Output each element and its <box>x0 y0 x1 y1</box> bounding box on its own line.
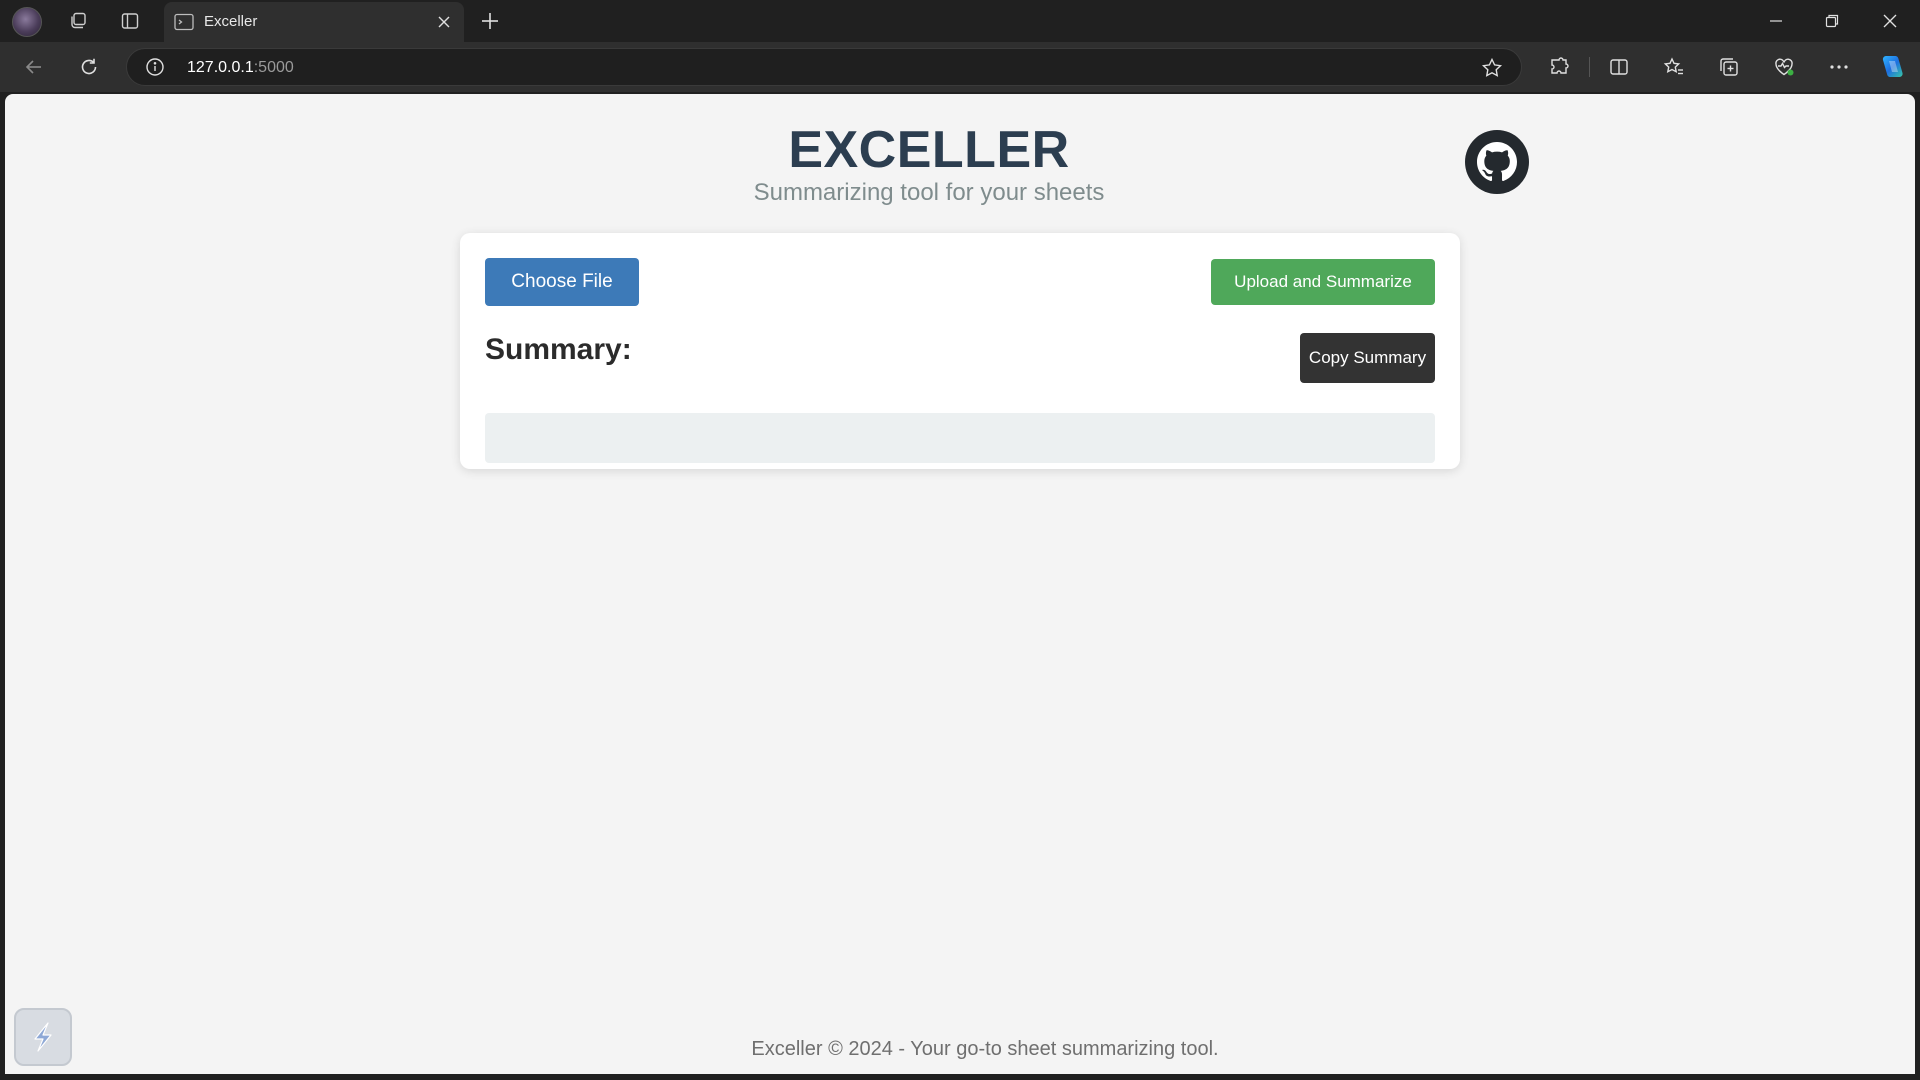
page-viewport: EXCELLER Summarizing tool for your sheet… <box>5 94 1915 1074</box>
plus-icon[interactable] <box>474 7 506 35</box>
browser-toolbar: 127.0.0.1:5000 <box>0 42 1920 92</box>
window-bottom-edge <box>0 1074 1920 1080</box>
url-text[interactable]: 127.0.0.1:5000 <box>187 59 294 77</box>
choose-file-button[interactable]: Choose File <box>485 258 639 306</box>
restore-icon[interactable] <box>1804 0 1860 42</box>
tab-favicon-icon <box>174 13 194 31</box>
window-close-icon[interactable] <box>1862 0 1918 42</box>
more-icon[interactable] <box>1823 51 1855 83</box>
summary-output[interactable] <box>485 413 1435 463</box>
favorites-icon[interactable] <box>1658 51 1690 83</box>
address-bar[interactable]: 127.0.0.1:5000 <box>126 48 1522 86</box>
workspaces-icon[interactable] <box>62 7 94 35</box>
browser-tab-active[interactable]: Exceller <box>164 2 464 42</box>
star-icon[interactable] <box>1481 57 1503 79</box>
copy-summary-button[interactable]: Copy Summary <box>1300 333 1435 383</box>
upload-and-summarize-button[interactable]: Upload and Summarize <box>1211 259 1435 305</box>
browser-title-bar: Exceller <box>0 0 1920 42</box>
minimize-icon[interactable] <box>1748 0 1804 42</box>
vertical-tabs-icon[interactable] <box>114 7 146 35</box>
page-title: EXCELLER <box>788 121 1070 179</box>
copilot-icon[interactable] <box>1876 51 1908 83</box>
github-icon[interactable] <box>1465 130 1529 194</box>
collections-icon[interactable] <box>1713 51 1745 83</box>
url-port: :5000 <box>253 59 294 76</box>
close-icon[interactable] <box>434 12 454 32</box>
page-footer: Exceller © 2024 - Your go-to sheet summa… <box>751 1038 1219 1060</box>
refresh-icon[interactable] <box>73 51 105 83</box>
url-host: 127.0.0.1 <box>187 59 254 76</box>
back-icon[interactable] <box>18 51 50 83</box>
info-icon[interactable] <box>145 57 165 77</box>
summary-heading: Summary: <box>485 333 632 366</box>
toolbar-divider <box>1589 57 1590 77</box>
extensions-icon[interactable] <box>1543 51 1575 83</box>
split-screen-icon[interactable] <box>1603 51 1635 83</box>
upload-card: Choose File Upload and Summarize Summary… <box>460 233 1460 469</box>
page-subtitle: Summarizing tool for your sheets <box>753 179 1105 206</box>
tab-title: Exceller <box>204 13 258 30</box>
lightning-extension-icon[interactable] <box>14 1008 72 1066</box>
browser-essentials-icon[interactable] <box>1768 51 1800 83</box>
profile-avatar[interactable] <box>12 7 42 37</box>
